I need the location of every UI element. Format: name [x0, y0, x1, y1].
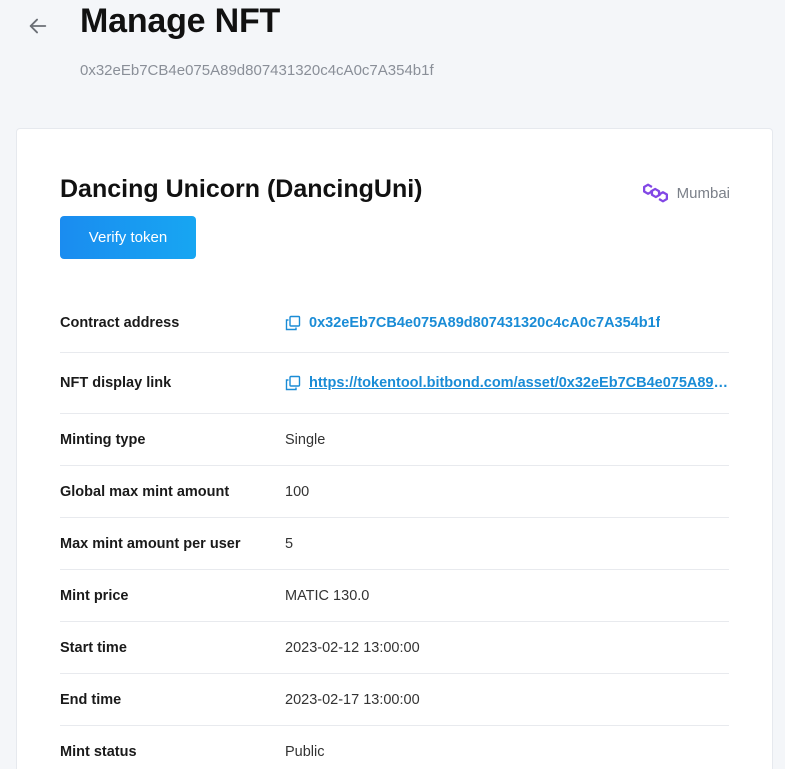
token-card: Dancing Unicorn (DancingUni) Mumbai Veri… [16, 128, 773, 769]
detail-value: MATIC 130.0 [285, 587, 370, 604]
detail-row-max-per-user: Max mint amount per user 5 [60, 518, 729, 570]
detail-label: Global max mint amount [60, 483, 230, 500]
detail-label: Contract address [60, 314, 180, 331]
copy-icon[interactable] [285, 375, 301, 391]
detail-row-start-time: Start time 2023-02-12 13:00:00 [60, 622, 729, 674]
detail-label: Mint price [60, 587, 129, 604]
detail-row-contract-address: Contract address 0x32eEb7CB4e075A89d8074… [60, 293, 729, 353]
detail-label: End time [60, 691, 122, 708]
token-name: Dancing Unicorn (DancingUni) [60, 175, 423, 203]
detail-label: Max mint amount per user [60, 535, 241, 552]
detail-row-mint-price: Mint price MATIC 130.0 [60, 570, 729, 622]
detail-row-global-max: Global max mint amount 100 [60, 466, 729, 518]
back-button[interactable] [24, 12, 52, 40]
arrow-left-icon [29, 18, 47, 34]
token-details-list: Contract address 0x32eEb7CB4e075A89d8074… [60, 293, 729, 769]
nft-display-link[interactable]: https://tokentool.bitbond.com/asset/0x32… [309, 375, 729, 391]
copy-icon[interactable] [285, 315, 301, 331]
detail-row-end-time: End time 2023-02-17 13:00:00 [60, 674, 729, 726]
page-title: Manage NFT [80, 2, 281, 40]
detail-value: 2023-02-12 13:00:00 [285, 639, 420, 656]
detail-row-display-link: NFT display link https://tokentool.bitbo… [60, 353, 729, 414]
contract-address-link[interactable]: 0x32eEb7CB4e075A89d807431320c4cA0c7A354b… [309, 315, 660, 331]
detail-label: NFT display link [60, 375, 172, 391]
detail-label: Minting type [60, 431, 146, 448]
detail-label: Start time [60, 639, 127, 656]
detail-value: 5 [285, 535, 294, 552]
detail-value: 100 [285, 483, 310, 500]
polygon-icon [642, 183, 668, 203]
network-name: Mumbai [676, 184, 730, 202]
detail-value: Public [285, 743, 325, 760]
detail-row-minting-type: Minting type Single [60, 414, 729, 466]
detail-row-mint-status: Mint status Public [60, 726, 729, 769]
detail-label: Mint status [60, 743, 137, 760]
detail-value: https://tokentool.bitbond.com/asset/0x32… [285, 375, 729, 391]
detail-value: 0x32eEb7CB4e075A89d807431320c4cA0c7A354b… [285, 315, 729, 331]
detail-value: 2023-02-17 13:00:00 [285, 691, 420, 708]
page-subtitle-address: 0x32eEb7CB4e075A89d807431320c4cA0c7A354b… [80, 62, 434, 79]
manage-nft-page: Manage NFT 0x32eEb7CB4e075A89d807431320c… [0, 0, 785, 769]
network-badge: Mumbai [642, 181, 730, 205]
detail-value: Single [285, 431, 326, 448]
verify-token-button[interactable]: Verify token [60, 216, 196, 259]
